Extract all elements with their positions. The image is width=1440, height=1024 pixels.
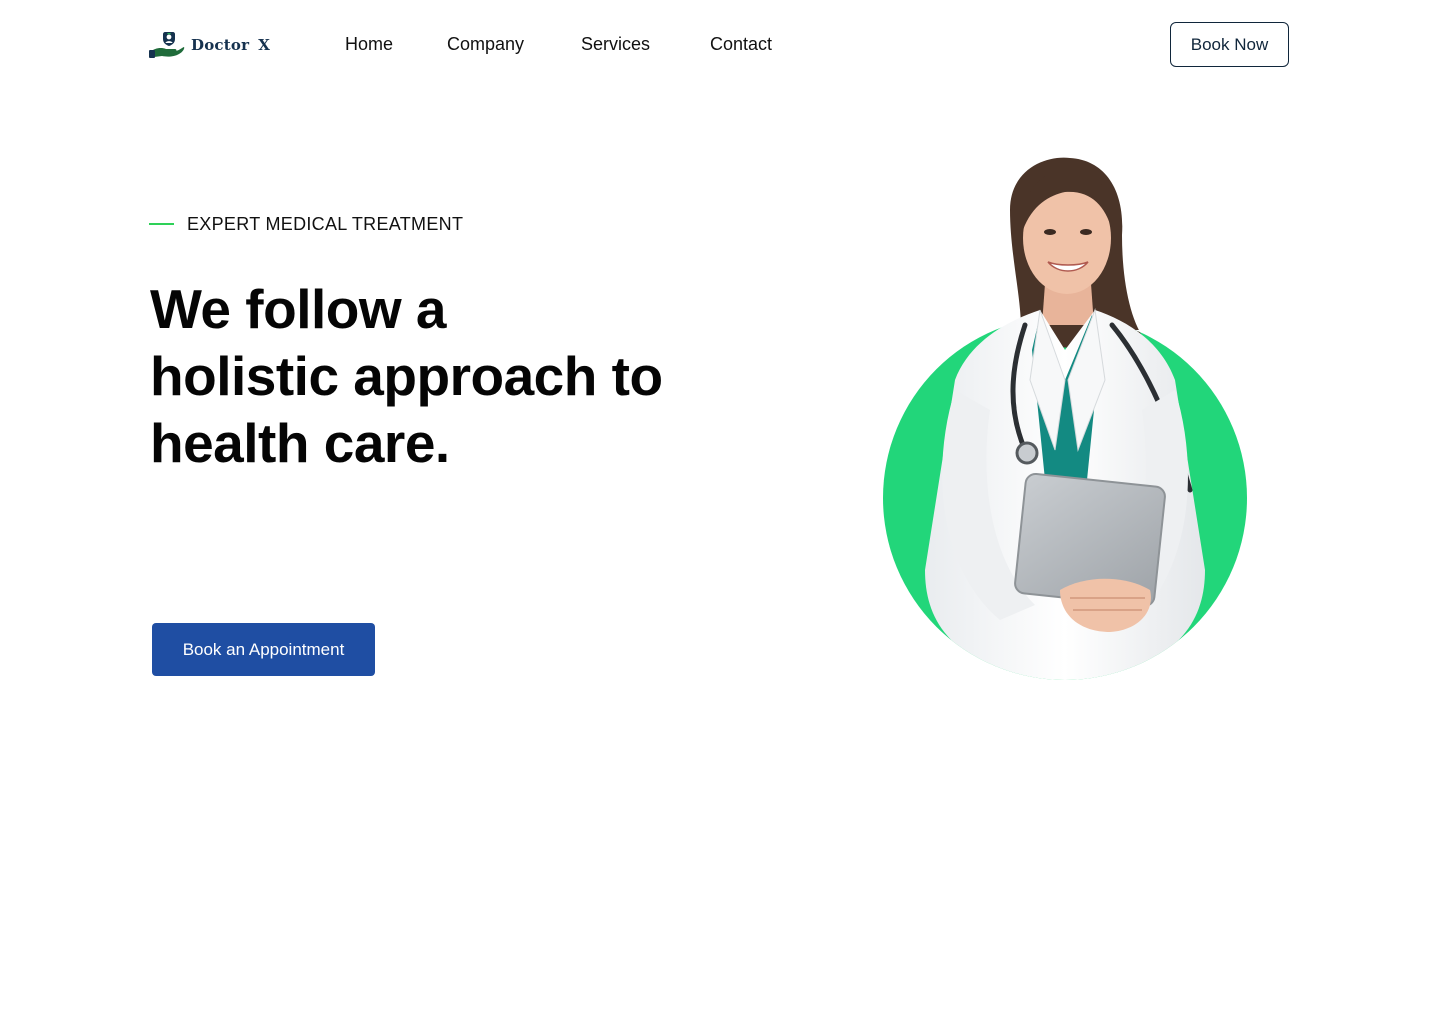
- hero-eyebrow: EXPERT MEDICAL TREATMENT: [149, 212, 463, 236]
- book-appointment-button[interactable]: Book an Appointment: [152, 623, 375, 676]
- doctor-portrait-image: [883, 157, 1247, 680]
- brand-suffix: X: [258, 36, 270, 54]
- nav-contact-link[interactable]: Contact: [710, 33, 772, 55]
- headline-line-3: health care.: [150, 412, 450, 474]
- brand-logo[interactable]: Doctor X: [149, 30, 279, 60]
- doctor-logo-icon: [149, 32, 185, 58]
- hero-headline: We follow a holistic approach to health …: [150, 276, 750, 477]
- eyebrow-text: EXPERT MEDICAL TREATMENT: [187, 213, 464, 234]
- nav-home-link[interactable]: Home: [345, 33, 393, 55]
- book-now-button[interactable]: Book Now: [1170, 22, 1289, 67]
- brand-name: Doctor: [191, 36, 250, 54]
- nav-company-link[interactable]: Company: [447, 33, 524, 55]
- headline-line-1: We follow a: [150, 278, 447, 340]
- nav-services-link[interactable]: Services: [581, 33, 650, 55]
- eyebrow-accent-line: [149, 223, 174, 225]
- headline-line-2: holistic approach to: [150, 345, 663, 407]
